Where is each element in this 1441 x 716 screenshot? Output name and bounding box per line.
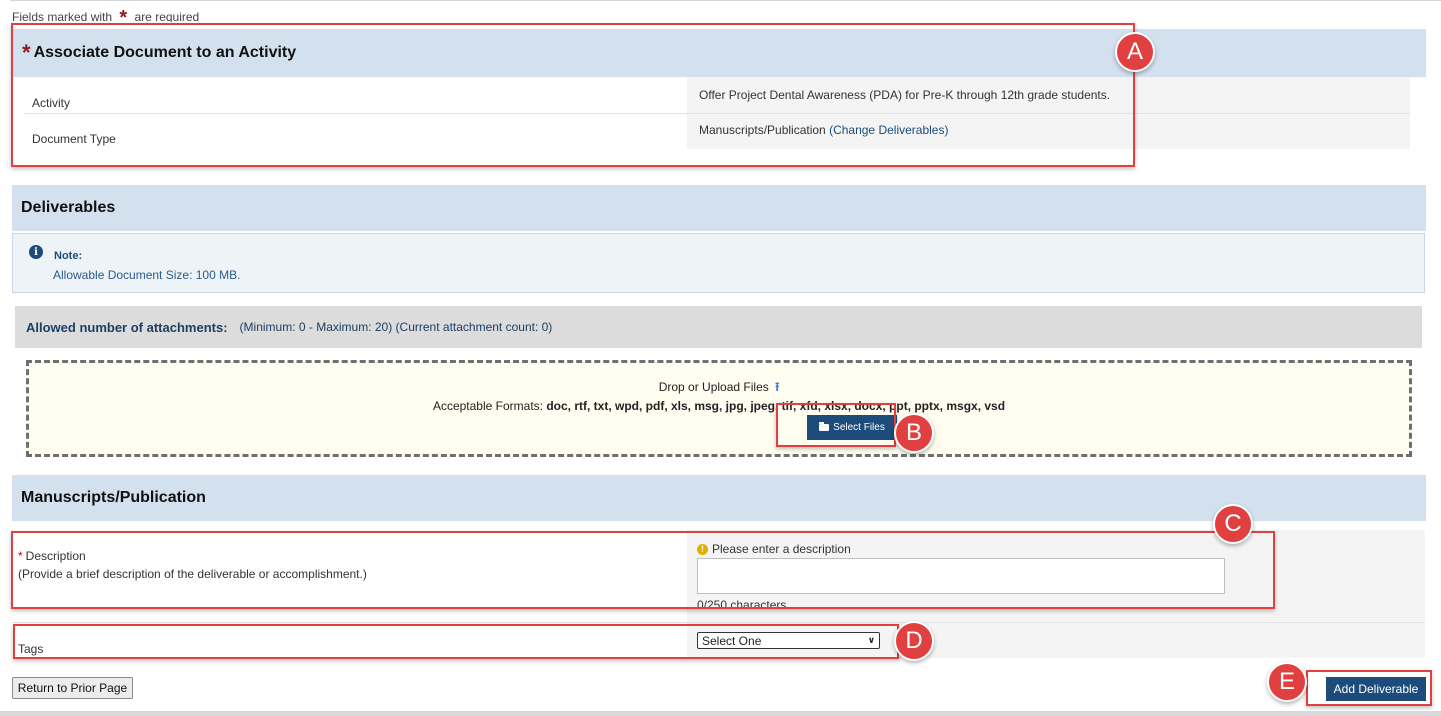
upload-icon: ⭱ [775,380,780,394]
callout-badge-e: E [1267,662,1307,702]
callout-box-d [13,624,899,659]
file-dropzone[interactable]: Drop or Upload Files ⭱ Acceptable Format… [26,360,1412,457]
callout-badge-b: B [894,413,934,453]
note-text: Allowable Document Size: 100 MB. [53,268,241,282]
deliverables-section-title: Deliverables [21,199,116,216]
callout-badge-a: A [1115,32,1155,72]
required-star-icon: * [119,10,128,22]
size-note-box: i Note: Allowable Document Size: 100 MB. [12,233,1425,293]
required-fields-note: Fields marked with * are required [12,10,199,22]
attachments-count-info: (Minimum: 0 - Maximum: 20) (Current atta… [239,320,553,334]
info-icon: i [29,245,43,259]
callout-badge-c: C [1213,504,1253,544]
required-note-prefix: Fields marked with [12,10,113,22]
top-divider [10,0,1441,1]
formats-row: Acceptable Formats: doc, rtf, txt, wpd, … [29,399,1409,413]
attachments-title: Allowed number of attachments: [26,319,228,335]
manuscripts-section-header: Manuscripts/Publication [12,475,1426,521]
row-divider [12,622,1425,623]
note-title: Note: [54,250,83,262]
required-note-suffix: are required [134,10,200,22]
drop-title-row: Drop or Upload Files ⭱ [29,378,1409,399]
drop-title: Drop or Upload Files [658,380,769,394]
manuscripts-section-title: Manuscripts/Publication [21,489,206,506]
callout-box-b [776,403,896,447]
return-to-prior-page-button[interactable]: Return to Prior Page [12,677,133,699]
callout-box-e [1306,670,1432,706]
deliverables-section-header: Deliverables [12,185,1426,231]
attachments-bar: Allowed number of attachments: (Minimum:… [15,306,1422,348]
return-button-label: Return to Prior Page [17,681,128,695]
bottom-divider [0,711,1441,716]
callout-box-c [11,531,1275,609]
callout-badge-d: D [894,621,934,661]
callout-box-a [11,23,1135,167]
formats-label: Acceptable Formats: [432,399,543,413]
